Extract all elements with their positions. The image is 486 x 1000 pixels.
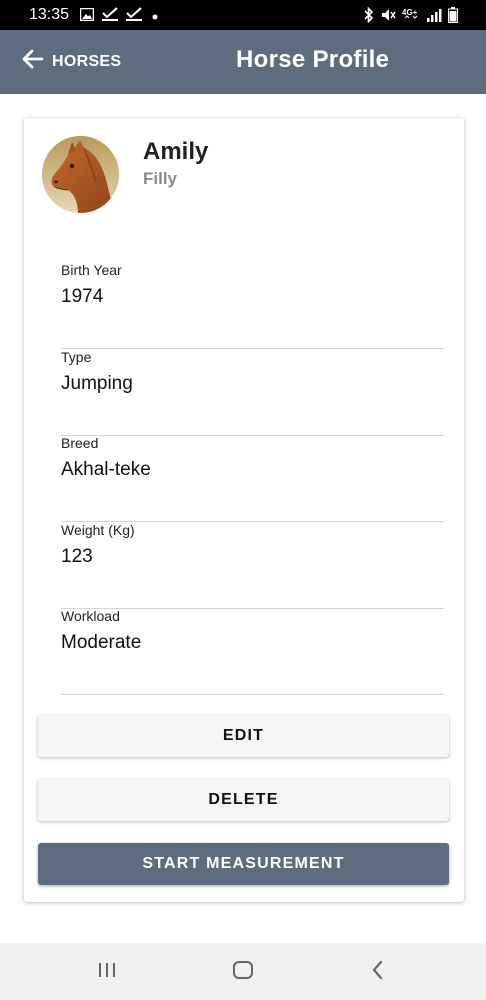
field-weight: Weight (Kg) 123 <box>61 522 444 609</box>
field-value: Moderate <box>61 632 142 653</box>
recent-apps-icon[interactable] <box>97 960 117 985</box>
page-title: Horse Profile <box>236 46 390 73</box>
arrow-left-icon <box>22 48 44 75</box>
horse-name: Amily <box>143 138 209 165</box>
field-label: Birth Year <box>61 262 122 278</box>
edit-button[interactable]: EDIT <box>38 715 449 757</box>
field-label: Workload <box>61 608 120 624</box>
field-label: Breed <box>61 435 99 451</box>
status-bar: 13:35 4G+ <box>0 0 486 30</box>
field-type: Type Jumping <box>61 349 444 436</box>
back-label: HORSES <box>52 52 122 70</box>
delete-button[interactable]: DELETE <box>38 779 449 821</box>
home-icon[interactable] <box>232 960 254 985</box>
field-workload: Workload Moderate <box>61 608 444 695</box>
horse-avatar <box>42 136 119 213</box>
app-bar: HORSES Horse Profile <box>0 30 486 94</box>
mute-icon <box>380 7 396 28</box>
field-label: Type <box>61 349 92 365</box>
field-birth-year: Birth Year 1974 <box>61 262 444 349</box>
field-value: 1974 <box>61 286 104 307</box>
field-value: 123 <box>61 546 93 567</box>
field-label: Weight (Kg) <box>61 522 135 538</box>
signal-icon <box>426 8 442 27</box>
back-icon[interactable] <box>370 960 386 985</box>
image-icon <box>79 7 95 26</box>
dot-icon <box>150 8 160 26</box>
back-to-horses-button[interactable]: HORSES <box>22 48 121 75</box>
status-time: 13:35 <box>29 6 70 23</box>
svg-text:4G+: 4G+ <box>402 8 418 17</box>
horse-profile-card: Amily Filly Birth Year 1974 Type Jumping… <box>24 118 464 902</box>
field-value: Akhal-teke <box>61 459 151 480</box>
battery-icon <box>448 7 458 28</box>
bluetooth-icon <box>363 6 374 28</box>
field-value: Jumping <box>61 373 133 394</box>
4g-icon: 4G+ <box>402 7 420 28</box>
check-icon <box>126 7 142 26</box>
start-measurement-button[interactable]: START MEASUREMENT <box>38 843 449 885</box>
field-breed: Breed Akhal-teke <box>61 435 444 522</box>
check-icon <box>102 7 118 26</box>
system-nav-bar <box>0 943 486 1000</box>
horse-class: Filly <box>143 169 178 188</box>
